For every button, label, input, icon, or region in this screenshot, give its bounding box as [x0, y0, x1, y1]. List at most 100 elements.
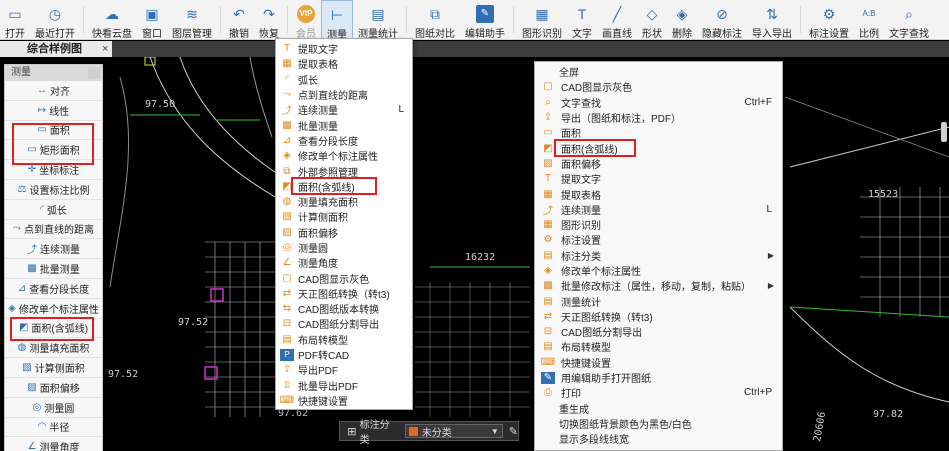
context-menu-item[interactable]: ⤴ 连续测量 L: [535, 202, 782, 217]
measure-panel-item[interactable]: ◜ 弧长: [5, 199, 102, 220]
measure-menu-item[interactable]: ▦ 提取表格: [276, 56, 412, 71]
panel-close-icon[interactable]: [88, 67, 100, 79]
measure-panel-item[interactable]: ▨ 面积偏移: [5, 377, 102, 398]
vertical-scrollbar-thumb[interactable]: [941, 122, 947, 142]
toolbar-button-text-search[interactable]: ⌕ 文字查找: [884, 0, 934, 40]
measure-panel-item[interactable]: ◎ 测量圆: [5, 397, 102, 418]
context-menu-item[interactable]: ◈ 修改单个标注属性: [535, 263, 782, 278]
toolbar-button-hide[interactable]: ⊘ 隐藏标注: [697, 0, 747, 40]
measure-menu-item[interactable]: T 提取文字: [276, 41, 412, 56]
measure-menu-item[interactable]: ▤ 布局转模型: [276, 332, 412, 347]
measure-panel-item[interactable]: ⤳ 点到直线的距离: [5, 219, 102, 240]
document-tab[interactable]: 综合样例图 ×: [0, 41, 112, 57]
toolbar-button-undo[interactable]: ↶ 撤销: [224, 0, 254, 40]
edit-icon[interactable]: ✎: [509, 425, 518, 438]
measure-menu-item[interactable]: ◩ 面积(含弧线): [276, 179, 412, 194]
context-menu-item[interactable]: ▤ 测量统计: [535, 293, 782, 309]
measure-panel-item[interactable]: ∠ 测量角度: [5, 437, 102, 451]
toolbar-button-open-folder[interactable]: ▭ 打开: [0, 0, 30, 40]
context-menu-item[interactable]: ▭ 面积: [535, 125, 782, 140]
context-menu-item[interactable]: 重生成: [535, 401, 782, 416]
measure-panel-item[interactable]: ◩ 面积(含弧线): [5, 318, 102, 339]
toolbar-button-window[interactable]: ▣ 窗口: [137, 0, 167, 40]
measure-panel-item[interactable]: ▩ 批量测量: [5, 259, 102, 279]
measure-panel-item[interactable]: ◍ 测量填充面积: [5, 338, 102, 359]
context-menu-item[interactable]: ⌕ 文字查找 Ctrl+F: [535, 95, 782, 110]
toolbar-button-line[interactable]: ╱ 画直线: [597, 0, 637, 40]
measure-panel-item[interactable]: ↔ 对齐: [5, 81, 102, 101]
toolbar-button-redo[interactable]: ↷ 恢复: [254, 0, 284, 40]
measure-menu-item[interactable]: ⤴ 连续测量 L: [276, 102, 412, 117]
toolbar-button-eraser[interactable]: ◈ 删除: [667, 0, 697, 40]
context-menu-item[interactable]: ⎙ 打印 Ctrl+P: [535, 385, 782, 400]
measure-menu-item[interactable]: ⇆ CAD图纸版本转换: [276, 301, 412, 316]
toolbar-button-shape[interactable]: ◇ 形状: [637, 0, 667, 40]
measure-menu-item[interactable]: ▩ 批量测量: [276, 117, 412, 133]
measure-menu-item[interactable]: ⌨ 快捷键设置: [276, 393, 412, 408]
context-menu-item[interactable]: 切换图纸背景颜色为黑色/白色: [535, 416, 782, 431]
grid-icon[interactable]: ⊞: [344, 425, 360, 438]
measure-menu-item[interactable]: P PDF转CAD: [276, 347, 412, 362]
toolbar-button-scale[interactable]: A:B 比例: [854, 0, 884, 40]
toolbar-button-layers[interactable]: ≋ 图层管理: [167, 0, 217, 40]
measure-menu-item[interactable]: ◜ 弧长: [276, 72, 412, 87]
context-menu-item[interactable]: ⊟ CAD图纸分割导出: [535, 324, 782, 339]
context-menu-item[interactable]: ⇪ 导出（图纸和标注，PDF）: [535, 110, 782, 125]
measure-menu-item[interactable]: ⊟ CAD图纸分割导出: [276, 316, 412, 331]
context-menu-item[interactable]: 全屏: [535, 64, 782, 79]
measure-menu-item[interactable]: ◎ 测量圆: [276, 240, 412, 255]
toolbar-button-annotation-settings[interactable]: ⚙ 标注设置: [804, 0, 854, 40]
toolbar-button-edit-assistant[interactable]: ✎ 编辑助手: [460, 0, 510, 40]
measure-menu-item[interactable]: ⤳ 点到直线的距离: [276, 87, 412, 102]
context-menu-item[interactable]: 显示多段线线宽: [535, 431, 782, 446]
toolbar-button-compare[interactable]: ⧉ 图纸对比: [410, 0, 460, 40]
measure-menu-item[interactable]: ◈ 修改单个标注属性: [276, 148, 412, 163]
context-menu-item[interactable]: ▤ 标注分类 ▶: [535, 248, 782, 263]
cad-canvas[interactable]: 97.50 97.52 97.52 97.62 16232 15523 2060…: [0, 57, 949, 451]
measure-menu-item[interactable]: ∠ 测量角度: [276, 255, 412, 270]
context-menu-item[interactable]: ✎ 用编辑助手打开图纸: [535, 370, 782, 385]
context-menu-item[interactable]: ◩ 面积(含弧线): [535, 140, 782, 156]
measure-menu-item[interactable]: ◍ 测量填充面积: [276, 194, 412, 209]
context-menu-item[interactable]: ⚙ 标注设置: [535, 232, 782, 247]
context-menu-item[interactable]: ▦ 提取表格: [535, 186, 782, 202]
context-menu-item-label: 连续测量: [561, 205, 601, 217]
context-menu-item[interactable]: ⌨ 快捷键设置: [535, 355, 782, 370]
context-menu-item[interactable]: T 提取文字: [535, 171, 782, 186]
measure-panel-item[interactable]: ⊿ 查看分段长度: [5, 278, 102, 299]
context-menu-item[interactable]: ▩ 批量修改标注（属性，移动，复制，粘贴） ▶: [535, 278, 782, 293]
measure-menu-item[interactable]: ⇪ 导出PDF: [276, 362, 412, 377]
category-select[interactable]: 未分类 ▼: [404, 424, 503, 439]
toolbar-button-shape-recognize[interactable]: ▦ 图形识别: [517, 0, 567, 40]
toolbar-button-cloud[interactable]: ☁ 快看云盘: [87, 0, 137, 40]
measure-menu-item[interactable]: ⇄ 天正图纸转换（转t3): [276, 286, 412, 301]
measure-panel-item-label: 对齐: [50, 86, 70, 98]
measure-menu-item[interactable]: ▨ 面积偏移: [276, 225, 412, 240]
measure-menu-item[interactable]: ⧉ 外部参照管理: [276, 163, 412, 179]
context-menu-item[interactable]: ▤ 布局转模型: [535, 339, 782, 354]
toolbar-button-text[interactable]: T 文字: [567, 0, 597, 40]
measure-menu-item[interactable]: ▧ 计算侧面积: [276, 209, 412, 224]
context-menu-item[interactable]: ⇄ 天正图纸转换（转t3): [535, 309, 782, 324]
toolbar-button-vip[interactable]: VIP 会员: [291, 0, 321, 40]
toolbar-button-clock[interactable]: ◷ 最近打开: [30, 0, 80, 40]
measure-menu-item[interactable]: ⊿ 查看分段长度: [276, 133, 412, 148]
context-menu-item[interactable]: ▢ CAD图显示灰色: [535, 79, 782, 94]
toolbar-button-measure-stats[interactable]: ▤ 测量统计: [353, 0, 403, 40]
measure-panel-item[interactable]: ✛ 坐标标注: [5, 160, 102, 180]
toolbar-button-import-export[interactable]: ⇅ 导入导出: [747, 0, 797, 40]
measure-panel-item[interactable]: ↦ 线性: [5, 100, 102, 121]
measure-panel-item[interactable]: ◠ 半径: [5, 417, 102, 438]
measure-panel-item[interactable]: ▭ 面积: [5, 120, 102, 141]
context-menu-item[interactable]: ▨ 面积偏移: [535, 156, 782, 171]
close-tab-icon[interactable]: ×: [102, 41, 108, 57]
measure-panel-item[interactable]: ⚖ 设置标注比例: [5, 179, 102, 200]
measure-menu-item[interactable]: ▢ CAD图显示灰色: [276, 270, 412, 286]
measure-menu-item[interactable]: ⇫ 批量导出PDF: [276, 378, 412, 393]
measure-panel-item[interactable]: ◈ 修改单个标注属性: [5, 298, 102, 319]
toolbar-button-measure[interactable]: ⊢ 测量: [321, 0, 353, 41]
measure-panel-item[interactable]: ▧ 计算侧面积: [5, 358, 102, 378]
measure-panel-item[interactable]: ⤴ 连续测量: [5, 239, 102, 260]
context-menu-item[interactable]: ▦ 图形识别: [535, 217, 782, 232]
measure-panel-item[interactable]: ▭ 矩形面积: [5, 140, 102, 161]
